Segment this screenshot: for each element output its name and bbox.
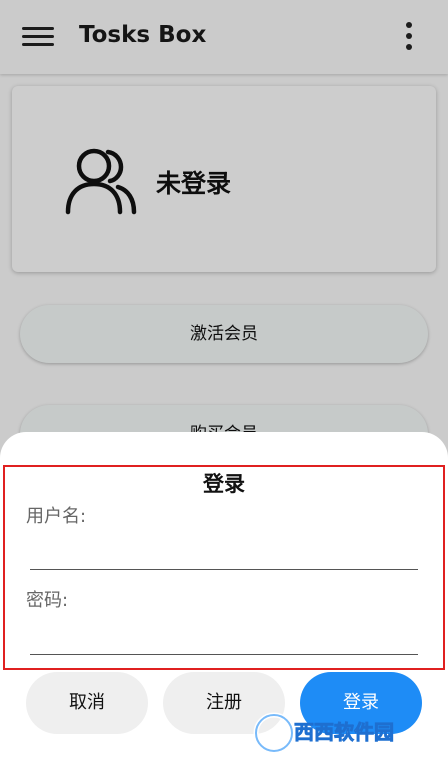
- site-watermark-logo: 西西软件园 CR173.COM: [253, 712, 424, 755]
- cancel-button[interactable]: 取消: [26, 672, 148, 734]
- password-input[interactable]: [30, 619, 418, 655]
- watermark-text: 西西软件园: [294, 720, 394, 744]
- login-dialog-title: 登录: [203, 472, 245, 496]
- watermark-subtext: CR173.COM: [370, 746, 424, 755]
- app-root: Tosks Box 未登录 激活会员 购买会员 登录 用户名: 密码: 取消 注…: [0, 0, 448, 765]
- username-label: 用户名:: [26, 506, 87, 527]
- password-label: 密码:: [26, 590, 69, 611]
- username-input[interactable]: [30, 534, 418, 570]
